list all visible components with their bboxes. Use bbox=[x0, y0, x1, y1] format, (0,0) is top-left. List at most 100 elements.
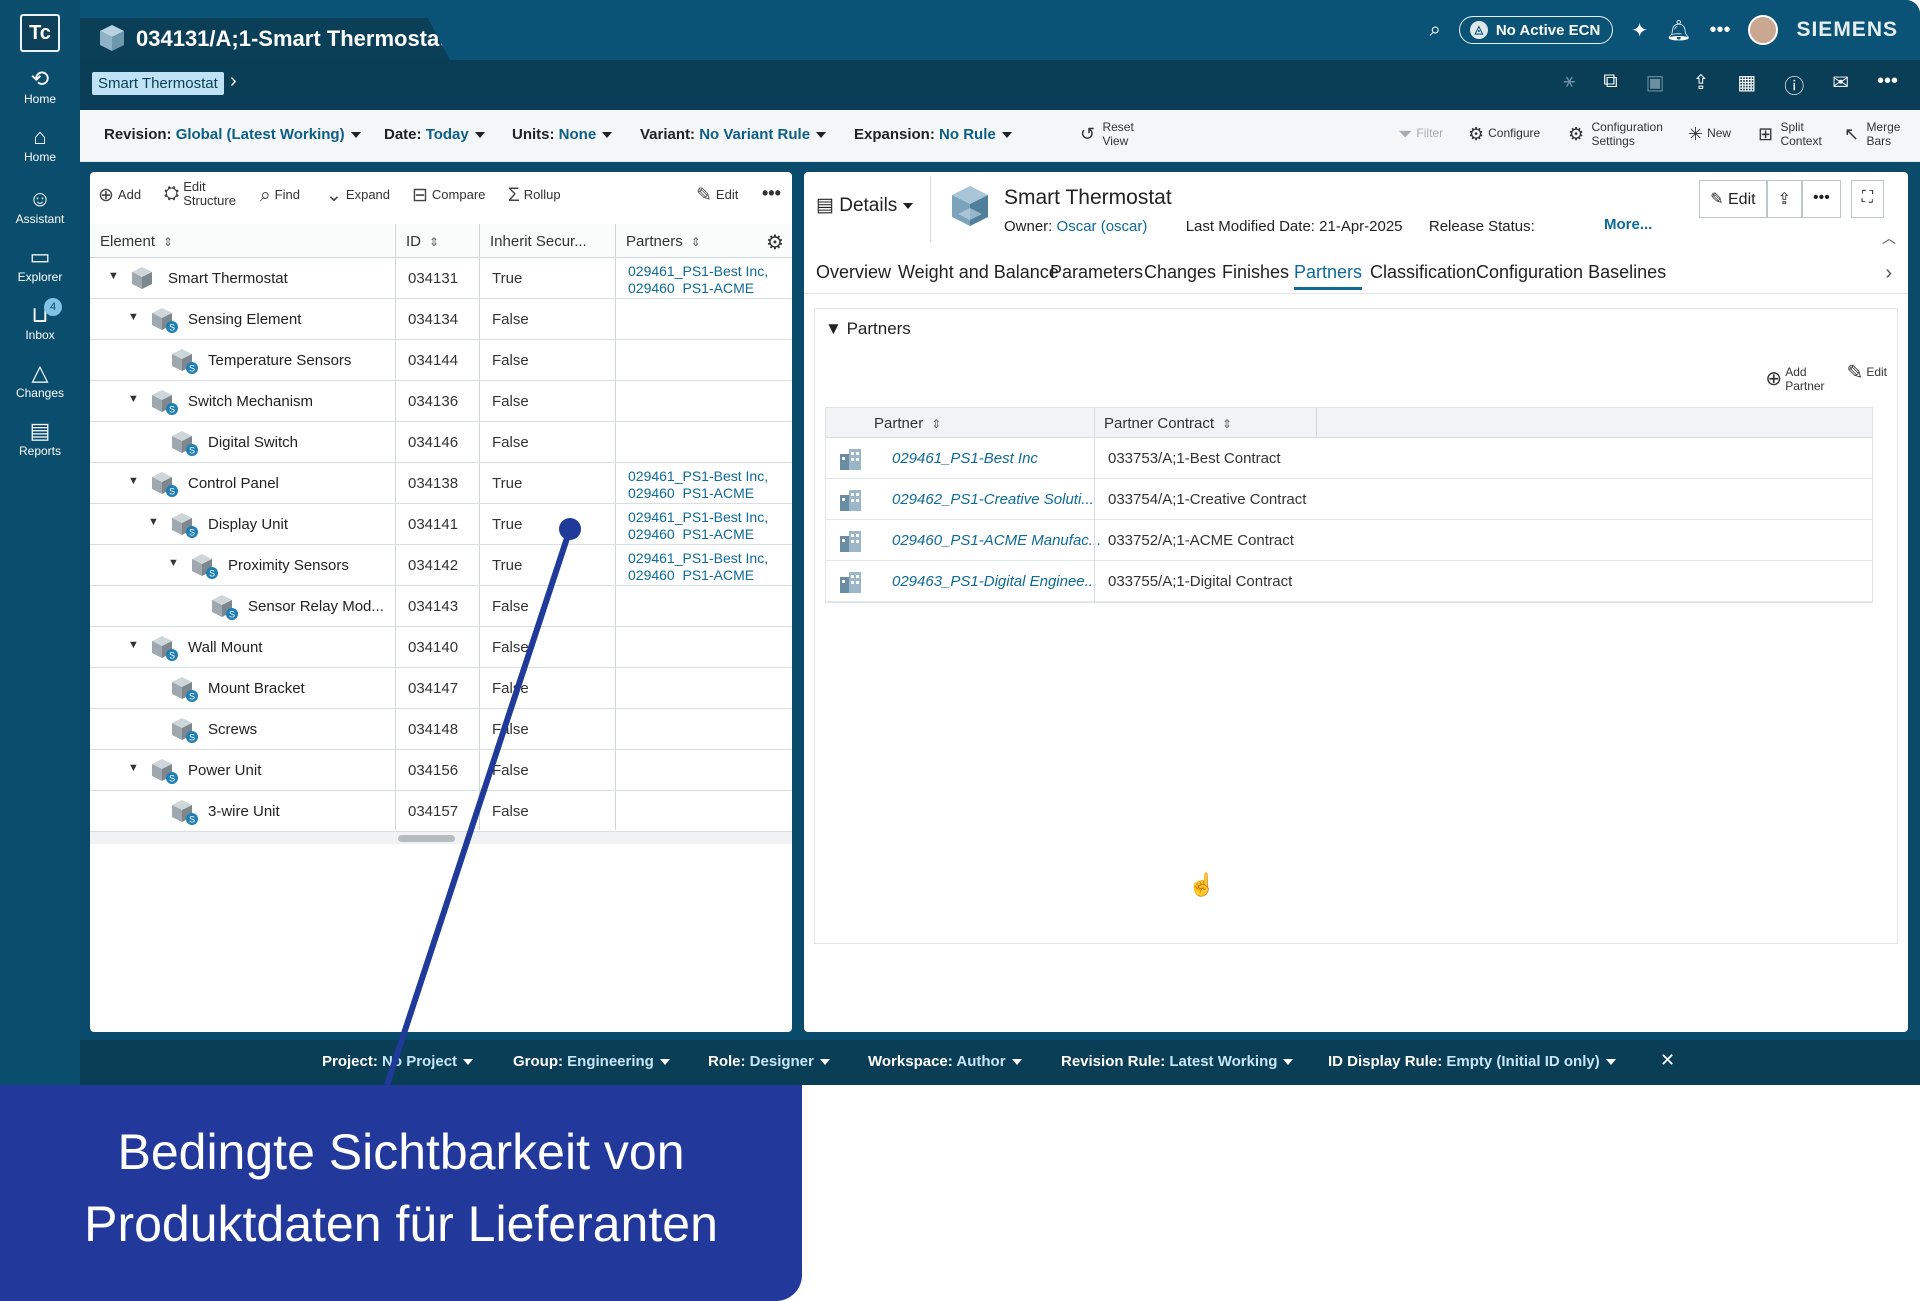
split-context-button[interactable]: ⊞ Split Context bbox=[1758, 120, 1822, 148]
chat-icon[interactable]: ✉ bbox=[1832, 70, 1849, 99]
layout-icon[interactable]: ▦ bbox=[1737, 70, 1756, 99]
ecn-status-pill[interactable]: ◬ No Active ECN bbox=[1458, 16, 1614, 44]
tree-row[interactable]: ▼ S Control Panel 034138 True 029461_PS1-Best… bbox=[90, 463, 792, 504]
tree-row[interactable]: S Screws 034148 False bbox=[90, 709, 792, 750]
close-icon[interactable]: ✕ bbox=[1660, 1050, 1675, 1071]
chevron-right-icon[interactable]: › bbox=[1885, 262, 1892, 285]
more-link[interactable]: More... bbox=[1604, 216, 1652, 233]
avatar[interactable] bbox=[1748, 15, 1779, 45]
edit-structure-button[interactable]: ⛭ Edit Structure bbox=[164, 180, 236, 208]
tab-finishes[interactable]: Finishes bbox=[1222, 262, 1289, 283]
partners-cell[interactable]: 029461_PS1-Best Inc, 029460_PS1-ACME bbox=[628, 509, 788, 539]
owner-link[interactable]: Oscar (oscar) bbox=[1057, 218, 1148, 235]
tab-configuration-baselines[interactable]: Configuration Baselines bbox=[1476, 262, 1666, 283]
new-button[interactable]: ✳ New bbox=[1688, 125, 1731, 143]
rollup-button[interactable]: Σ Rollup bbox=[508, 186, 561, 205]
date-select[interactable]: Date: Today bbox=[384, 126, 485, 143]
tree-row[interactable]: S Temperature Sensors 034144 False bbox=[90, 340, 792, 381]
partner-link[interactable]: 029461_PS1-Best Inc, bbox=[628, 509, 768, 525]
partners-cell[interactable]: 029461_PS1-Best Inc, 029460_PS1-ACME bbox=[628, 468, 788, 498]
add-button[interactable]: ⊕ Add bbox=[98, 186, 141, 205]
section-edit-button[interactable]: ✎ Edit bbox=[1847, 363, 1887, 393]
expand-toggle-icon[interactable]: ▼ bbox=[128, 393, 139, 405]
group-select[interactable]: Group: Engineering bbox=[513, 1053, 670, 1070]
partner-link[interactable]: 029460_PS1-ACME bbox=[628, 567, 754, 580]
variant-select[interactable]: Variant: No Variant Rule bbox=[640, 126, 827, 143]
units-select[interactable]: Units: None bbox=[512, 126, 613, 143]
tree-row[interactable]: S 3-wire Unit 034157 False bbox=[90, 791, 792, 832]
edit-button[interactable]: ✎ Edit bbox=[696, 186, 738, 205]
bell-icon[interactable]: 🔔︎ bbox=[1666, 18, 1691, 43]
column-partner[interactable]: Partner ⇕ bbox=[874, 415, 941, 432]
configuration-settings-button[interactable]: ⚙ Configuration Settings bbox=[1568, 120, 1663, 148]
merge-bars-button[interactable]: ↖ Merge Bars bbox=[1844, 120, 1900, 148]
column-inherit-security[interactable]: Inherit Secur... bbox=[490, 233, 587, 250]
object-tab[interactable]: 034131/A;1-Smart Thermostat bbox=[80, 18, 450, 60]
chevron-right-icon[interactable]: › bbox=[230, 70, 237, 93]
tree-row[interactable]: ▼ S Wall Mount 034140 False bbox=[90, 627, 792, 668]
partner-link[interactable]: 029461_PS1-Best Inc bbox=[892, 450, 1102, 467]
table-row[interactable]: 029462_PS1-Creative Soluti... 033754/A;1-… bbox=[826, 479, 1872, 520]
edit-button[interactable]: ✎ Edit bbox=[1699, 180, 1767, 218]
chevron-up-icon[interactable]: ︿ bbox=[1882, 228, 1896, 248]
compare-button[interactable]: ⊟ Compare bbox=[412, 186, 485, 205]
revision-rule-status-select[interactable]: Revision Rule: Latest Working bbox=[1061, 1053, 1294, 1070]
partners-cell[interactable]: 029461_PS1-Best Inc, 029460_PS1-ACME bbox=[628, 263, 788, 293]
partners-cell[interactable]: 029461_PS1-Best Inc, 029460_PS1-ACME bbox=[628, 550, 788, 580]
breadcrumb[interactable]: Smart Thermostat bbox=[92, 72, 224, 95]
expand-toggle-icon[interactable]: ▼ bbox=[128, 762, 139, 774]
table-row[interactable]: 029460_PS1-ACME Manufac... 033752/A;1-ACM… bbox=[826, 520, 1872, 561]
search-icon[interactable]: ⌕ bbox=[1430, 19, 1441, 42]
expand-toggle-icon[interactable]: ▼ bbox=[168, 557, 179, 569]
network-icon[interactable]: ⚹ bbox=[1563, 70, 1575, 99]
tree-row[interactable]: ▼ S Switch Mechanism 034136 False bbox=[90, 381, 792, 422]
expansion-select[interactable]: Expansion: No Rule bbox=[854, 126, 1012, 143]
sparkle-icon[interactable]: ✦ bbox=[1631, 18, 1648, 43]
rail-reports[interactable]: ▤ Reports bbox=[0, 418, 80, 458]
configure-button[interactable]: ⚙ Configure bbox=[1468, 125, 1540, 143]
tab-parameters[interactable]: Parameters bbox=[1050, 262, 1143, 283]
horizontal-scrollbar-thumb[interactable] bbox=[398, 835, 455, 842]
add-partner-button[interactable]: ⊕ Add Partner bbox=[1765, 365, 1824, 393]
tree-row[interactable]: ▼ S Power Unit 034156 False bbox=[90, 750, 792, 791]
tree-row[interactable]: S Sensor Relay Mod... 034143 False bbox=[90, 586, 792, 627]
partner-link[interactable]: 029461_PS1-Best Inc, bbox=[628, 550, 768, 566]
table-row[interactable]: 029463_PS1-Digital Enginee... 033755/A;1-… bbox=[826, 561, 1872, 602]
tab-weight-and-balance[interactable]: Weight and Balance bbox=[898, 262, 1059, 283]
expand-button[interactable]: ⌄ Expand bbox=[326, 186, 390, 205]
project-select[interactable]: Project: No Project bbox=[322, 1053, 474, 1070]
share-button[interactable]: ⇪ bbox=[1766, 180, 1802, 218]
partner-link[interactable]: 029461_PS1-Best Inc, bbox=[628, 468, 768, 484]
tab-partners[interactable]: Partners bbox=[1294, 262, 1363, 290]
partner-link[interactable]: 029460_PS1-ACME bbox=[628, 280, 754, 293]
tab-changes[interactable]: Changes bbox=[1144, 262, 1216, 283]
expand-toggle-icon[interactable]: ▼ bbox=[128, 475, 139, 487]
rail-home[interactable]: ⌂ Home bbox=[0, 124, 80, 164]
details-selector[interactable]: ▤ Details bbox=[816, 194, 914, 217]
tree-row[interactable]: S Digital Switch 034146 False bbox=[90, 422, 792, 463]
fullscreen-button[interactable]: ⛶ bbox=[1850, 180, 1884, 218]
rail-home-back[interactable]: ⟲ Home bbox=[0, 66, 80, 106]
partner-link[interactable]: 029462_PS1-Creative Soluti... bbox=[892, 491, 1102, 508]
column-element[interactable]: Element ⇕ bbox=[100, 233, 173, 250]
share-icon[interactable]: ⇪ bbox=[1693, 70, 1710, 99]
rail-changes[interactable]: △ Changes bbox=[0, 360, 80, 400]
rail-inbox[interactable]: ⊔ 4 Inbox bbox=[0, 298, 80, 342]
find-button[interactable]: ⌕ Find bbox=[260, 186, 300, 205]
tree-row[interactable]: ▼ Smart Thermostat 034131 True 029461_PS1-Be… bbox=[90, 258, 792, 299]
column-id[interactable]: ID ⇕ bbox=[406, 233, 439, 250]
more-icon[interactable]: ••• bbox=[1709, 19, 1730, 42]
rail-explorer[interactable]: ▭ Explorer bbox=[0, 244, 80, 284]
workspace-select[interactable]: Workspace: Author bbox=[868, 1053, 1022, 1070]
table-row[interactable]: 029461_PS1-Best Inc 033753/A;1-Best Contr… bbox=[826, 438, 1872, 479]
section-header[interactable]: ▼ Partners bbox=[825, 319, 911, 339]
column-settings-icon[interactable]: ⚙ bbox=[766, 230, 784, 255]
tree-row[interactable]: ▼ S Display Unit 034141 True 029461_PS1-Best … bbox=[90, 504, 792, 545]
partner-link[interactable]: 029460_PS1-ACME bbox=[628, 485, 754, 498]
tree-row[interactable]: ▼ S Proximity Sensors 034142 True 029461_PS1-… bbox=[90, 545, 792, 586]
partner-link[interactable]: 029460_PS1-ACME bbox=[628, 526, 754, 539]
reset-view-button[interactable]: ↺ Reset View bbox=[1080, 120, 1134, 148]
more-icon[interactable]: ••• bbox=[762, 184, 781, 202]
paste-icon[interactable]: ▣ bbox=[1646, 70, 1665, 99]
column-partner-contract[interactable]: Partner Contract ⇕ bbox=[1104, 415, 1232, 432]
